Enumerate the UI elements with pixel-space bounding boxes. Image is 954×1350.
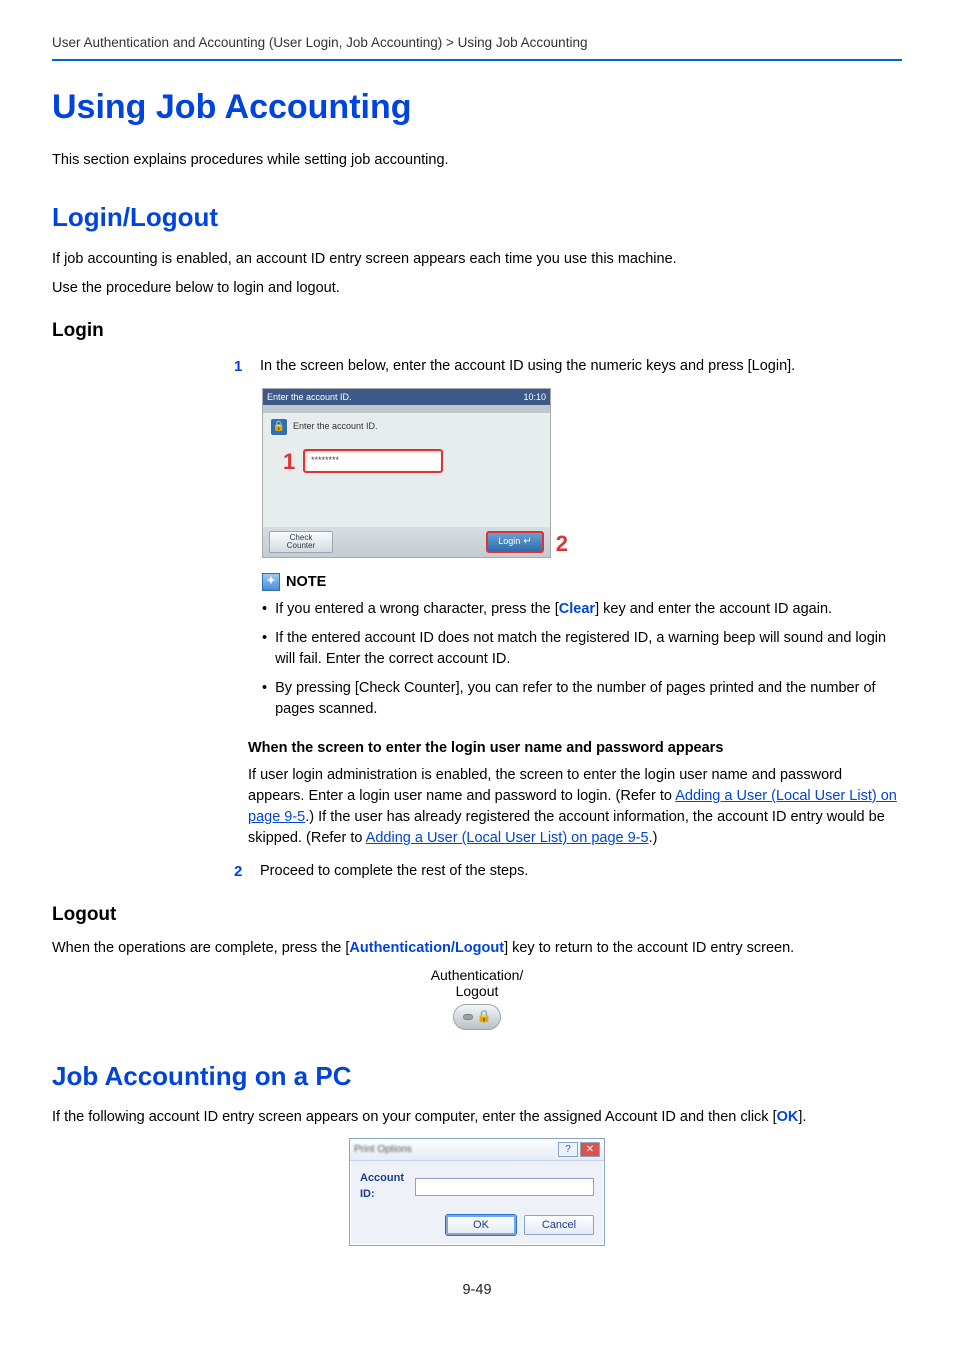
pc-account-id-input[interactable] (415, 1178, 594, 1196)
clear-key: Clear (559, 601, 595, 617)
step-1: 1 In the screen below, enter the account… (234, 356, 902, 378)
step-2-number: 2 (234, 861, 246, 883)
auth-widget-line2: Logout (377, 983, 577, 999)
step-1-text: In the screen below, enter the account I… (260, 356, 795, 378)
when-block: When the screen to enter the login user … (248, 738, 902, 849)
auth-logout-widget: Authentication/ Logout 🔒 (377, 967, 577, 1029)
logout-post: ] key to return to the account ID entry … (504, 940, 794, 956)
step-2: 2 Proceed to complete the rest of the st… (234, 861, 902, 883)
login-button[interactable]: Login ↵ (486, 531, 544, 553)
login-logout-p2: Use the procedure below to login and log… (52, 278, 902, 299)
callout-2: 2 (556, 528, 568, 560)
cancel-button[interactable]: Cancel (524, 1215, 594, 1235)
note-label: NOTE (286, 572, 326, 593)
device-time: 10:10 (523, 389, 546, 405)
device-prompt: Enter the account ID. (293, 420, 378, 433)
callout-1: 1 (283, 446, 295, 478)
note-block: ✦ NOTE If you entered a wrong character,… (262, 572, 902, 720)
pc-dialog: Print Options ? ✕ Account ID: OK Cancel (349, 1138, 605, 1246)
note-item-1: If you entered a wrong character, press … (262, 599, 902, 620)
account-id-label: Account ID: (360, 1171, 405, 1203)
device-subbar (263, 405, 550, 413)
lock-icon: 🔒 (271, 419, 287, 435)
account-id-mask: ******** (311, 454, 339, 467)
logout-pre: When the operations are complete, press … (52, 940, 349, 956)
device-screenshot-block: Enter the account ID. 10:10 🔒 Enter the … (262, 388, 902, 558)
step-2-text: Proceed to complete the rest of the step… (260, 861, 528, 883)
logout-heading: Logout (52, 901, 902, 929)
auth-logout-key: Authentication/Logout (349, 940, 504, 956)
check-line2: Counter (270, 542, 332, 550)
page-title: Using Job Accounting (52, 83, 902, 132)
device-panel: 🔒 Enter the account ID. 1 ******** (263, 413, 550, 527)
login-heading: Login (52, 317, 902, 345)
breadcrumb: User Authentication and Accounting (User… (52, 33, 902, 61)
logout-body: When the operations are complete, press … (52, 938, 902, 959)
close-icon[interactable]: ✕ (580, 1142, 600, 1157)
ok-button[interactable]: OK (446, 1215, 516, 1235)
login-button-wrap: Login ↵ 2 (486, 531, 544, 553)
note-1-pre: If you entered a wrong character, press … (275, 601, 559, 617)
login-label: Login (498, 535, 520, 548)
when-body: If user login administration is enabled,… (248, 765, 902, 849)
page-number: 9-49 (52, 1280, 902, 1301)
note-icon: ✦ (262, 573, 280, 591)
section-pc-heading: Job Accounting on a PC (52, 1058, 902, 1096)
when-post: .) (649, 830, 658, 846)
note-header: ✦ NOTE (262, 572, 902, 593)
led-icon (463, 1014, 473, 1020)
note-list: If you entered a wrong character, press … (262, 599, 902, 720)
step-1-number: 1 (234, 356, 246, 378)
device-screen: Enter the account ID. 10:10 🔒 Enter the … (262, 388, 551, 558)
account-id-input[interactable]: ******** (303, 449, 443, 473)
when-heading: When the screen to enter the login user … (248, 738, 902, 759)
note-item-2: If the entered account ID does not match… (262, 628, 902, 670)
pc-body: If the following account ID entry screen… (52, 1107, 902, 1128)
device-bottom-bar: Check Counter Login ↵ 2 (263, 527, 550, 557)
section-login-logout-heading: Login/Logout (52, 199, 902, 237)
note-item-3: By pressing [Check Counter], you can ref… (262, 678, 902, 720)
auth-logout-hardkey[interactable]: 🔒 (453, 1004, 501, 1030)
check-counter-button[interactable]: Check Counter (269, 531, 333, 553)
pc-dialog-buttons: OK Cancel (360, 1215, 594, 1235)
help-icon[interactable]: ? (558, 1142, 578, 1157)
login-logout-p1: If job accounting is enabled, an account… (52, 249, 902, 270)
lock-key-icon: 🔒 (477, 1008, 492, 1025)
link-add-user-2[interactable]: Adding a User (Local User List) on page … (366, 830, 649, 846)
intro-text: This section explains procedures while s… (52, 150, 902, 171)
note-1-post: ] key and enter the account ID again. (595, 601, 832, 617)
enter-icon: ↵ (523, 535, 531, 550)
pc-post: ]. (798, 1109, 806, 1125)
pc-dialog-title: Print Options (354, 1143, 412, 1158)
ok-key: OK (777, 1109, 799, 1125)
device-titlebar: Enter the account ID. 10:10 (263, 389, 550, 405)
device-title: Enter the account ID. (267, 389, 352, 405)
pc-dialog-titlebar: Print Options ? ✕ (350, 1139, 604, 1161)
auth-widget-line1: Authentication/ (377, 967, 577, 983)
pc-dialog-row: Account ID: (360, 1171, 594, 1203)
pc-pre: If the following account ID entry screen… (52, 1109, 777, 1125)
device-prompt-row: 🔒 Enter the account ID. (263, 413, 550, 435)
pc-dialog-controls: ? ✕ (558, 1142, 600, 1157)
pc-dialog-body: Account ID: OK Cancel (350, 1161, 604, 1245)
